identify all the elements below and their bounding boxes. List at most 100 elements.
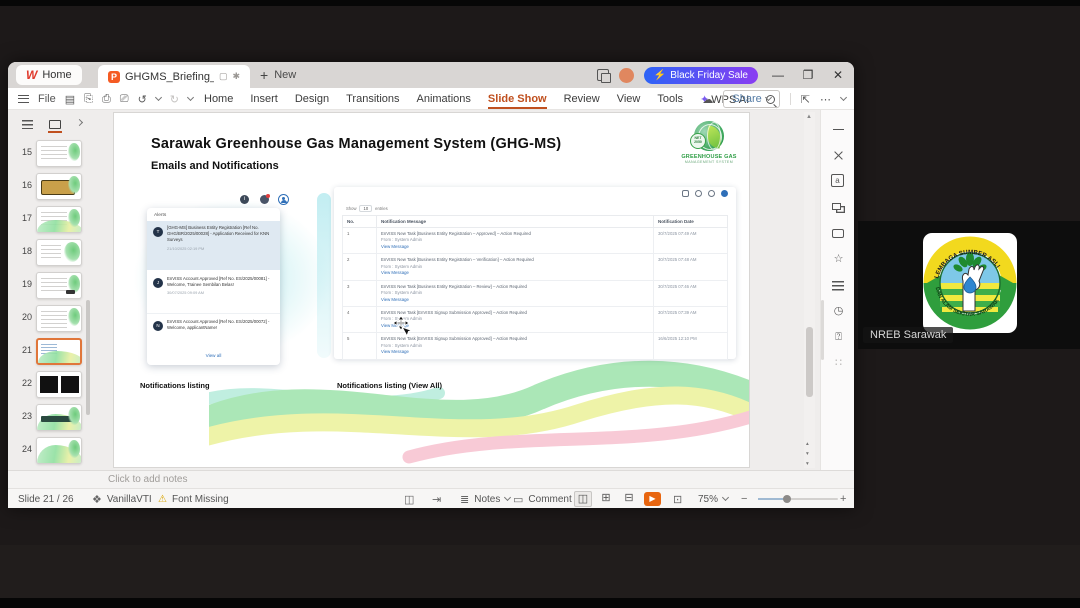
slide-number: 16 <box>21 180 32 190</box>
slide-thumbnail-22[interactable] <box>36 371 82 398</box>
share-button[interactable]: Share <box>723 90 780 108</box>
comment-pane-icon[interactable] <box>831 226 846 241</box>
tab-transitions[interactable]: Transitions <box>346 93 399 105</box>
collapse-ribbon-icon[interactable] <box>839 93 848 102</box>
tab-animations[interactable]: Animations <box>417 93 471 105</box>
user-avatar-icon <box>278 194 289 205</box>
shapes-objects-icon[interactable] <box>831 200 846 215</box>
quick-tools-icon[interactable] <box>831 148 846 163</box>
slide-view-icon[interactable] <box>48 119 62 133</box>
hamburger-icon[interactable] <box>18 95 29 103</box>
wps-logo-icon: W <box>26 68 38 82</box>
theme-indicator[interactable]: ❖ VanillaVTI <box>92 489 152 508</box>
more-options-icon[interactable]: ⋯ <box>820 93 831 106</box>
slide-thumbnail-20[interactable] <box>36 305 82 332</box>
video-participant-tile[interactable]: LEMBAGA SUMBER ASLI DAN ALAM SEKITAR SAR… <box>858 221 1080 349</box>
caption-notifications-listing: Notifications listing <box>140 381 210 390</box>
history-clock-icon[interactable]: ◷ <box>831 304 846 319</box>
reading-view-button[interactable]: ⊟ <box>620 491 638 507</box>
slide-thumbnail-17[interactable] <box>36 206 82 233</box>
previous-slide-button[interactable]: ▴ <box>806 441 809 448</box>
document-tab[interactable]: P GHGMS_Briefing_v1.pptx ▢ ✱ <box>98 65 250 88</box>
undo-dropdown-icon[interactable] <box>154 93 162 102</box>
outline-view-icon[interactable] <box>22 119 33 129</box>
font-missing-warning[interactable]: ⚠ Font Missing <box>158 489 229 508</box>
slide-thumbnail-23[interactable] <box>36 404 82 431</box>
tab-slide-show[interactable]: Slide Show <box>487 93 547 109</box>
zoom-level[interactable]: 75% <box>698 489 730 508</box>
print-preview-icon[interactable]: ⎚ <box>120 93 129 106</box>
zoom-slider-handle[interactable] <box>783 495 791 503</box>
caption-notifications-listing-viewall: Notifications listing (View All) <box>337 381 443 390</box>
tab-view[interactable]: View <box>617 93 641 105</box>
file-menu[interactable]: File <box>38 93 56 105</box>
slide-thumbnail-18[interactable] <box>36 239 82 266</box>
notes-input[interactable]: Click to add notes <box>8 470 854 488</box>
tab-preview-icon[interactable]: ▢ <box>219 71 228 82</box>
presentation-file-icon: P <box>108 70 120 83</box>
apps-grid-icon[interactable]: ∷ <box>831 356 846 371</box>
black-friday-sale-button[interactable]: ⚡ Black Friday Sale <box>643 66 758 84</box>
slideshow-play-button[interactable]: ▶ <box>644 492 661 506</box>
help-circle-icon[interactable]: ⍰ <box>831 330 846 345</box>
thumbnail-scrollbar[interactable] <box>86 300 90 415</box>
restore-button[interactable]: ❐ <box>798 68 818 82</box>
minimize-button[interactable]: — <box>768 68 788 82</box>
tab-home-ribbon[interactable]: Home <box>204 93 233 105</box>
slide-number: 20 <box>21 312 32 322</box>
tab-review[interactable]: Review <box>564 93 600 105</box>
collapse-panel-icon[interactable] <box>75 118 84 127</box>
scroll-up-icon[interactable]: ▲ <box>806 114 812 120</box>
teal-bar-decoration <box>317 193 331 358</box>
save-icon[interactable]: ▤ <box>65 93 75 106</box>
collapse-pane-icon[interactable] <box>831 122 846 137</box>
slide-canvas[interactable]: Sarawak Greenhouse Gas Management System… <box>113 112 750 468</box>
zoom-out-button[interactable]: − <box>741 489 747 508</box>
comment-button[interactable]: ▭ Comment <box>513 489 572 508</box>
slide-title: Sarawak Greenhouse Gas Management System… <box>151 136 562 152</box>
window-stack-icon[interactable] <box>596 69 611 83</box>
print-icon[interactable]: ⎙ <box>102 93 111 106</box>
slide-thumbnail-19[interactable] <box>36 272 82 299</box>
undo-icon[interactable]: ↺ <box>138 93 147 106</box>
more-dropdown-icon[interactable] <box>186 93 195 102</box>
slide-number: 18 <box>21 246 32 256</box>
zoom-slider[interactable] <box>758 489 838 508</box>
redo-icon[interactable]: ↻ <box>170 93 179 106</box>
new-tab-button[interactable]: + New <box>260 62 296 88</box>
zoom-in-button[interactable]: + <box>840 489 846 508</box>
close-button[interactable]: ✕ <box>828 68 848 82</box>
slide-thumbnail-21-selected[interactable] <box>36 338 82 365</box>
settings-sliders-icon[interactable] <box>831 278 846 293</box>
slide-subtitle: Emails and Notifications <box>151 160 279 172</box>
table-row: 3 EnVISS New Task [Business Entity Regis… <box>342 279 728 307</box>
notes-toggle[interactable]: ≣ Notes <box>460 489 512 508</box>
side-pane-icon[interactable]: ⇥ <box>432 489 441 508</box>
theme-icon: ❖ <box>92 493 102 506</box>
tab-tools[interactable]: Tools <box>657 93 683 105</box>
export-icon[interactable]: ⎘ <box>84 93 93 106</box>
account-avatar[interactable] <box>618 67 634 83</box>
home-tab[interactable]: W Home <box>16 65 82 85</box>
favorites-star-icon[interactable]: ☆ <box>831 252 846 267</box>
task-window-icon[interactable]: ⇱ <box>801 93 810 106</box>
slide-thumbnail-24[interactable] <box>36 437 82 464</box>
tab-insert[interactable]: Insert <box>250 93 278 105</box>
next-slide-button[interactable]: ▾ <box>806 451 809 458</box>
logo-subtitle: MANAGEMENT SYSTEM <box>684 160 734 164</box>
scroll-down-icon[interactable]: ▾ <box>806 461 809 468</box>
slide-scrollbar[interactable]: ▲ ▴ ▾ ▾ <box>804 112 815 468</box>
menu-bar: File ▤ ⎘ ⎙ ⎚ ↺ ↻ Home Insert Design Tran… <box>8 88 854 110</box>
normal-view-button[interactable]: ◫ <box>574 491 592 507</box>
panel-toggle-icon[interactable]: ◫ <box>404 489 414 508</box>
slide-thumbnail-15[interactable] <box>36 140 82 167</box>
slide-sorter-view-button[interactable]: ⊞ <box>597 491 615 507</box>
cloud-sync-icon[interactable]: ☁ <box>702 93 713 106</box>
dock-scrollbar[interactable] <box>821 300 824 360</box>
scrollbar-thumb[interactable] <box>806 327 813 397</box>
ghgms-logo: NET 2050 GREENHOUSE GAS MANAGEMENT SYSTEM <box>680 121 738 183</box>
fit-window-icon[interactable]: ⊡ <box>673 489 682 508</box>
tab-design[interactable]: Design <box>295 93 329 105</box>
design-style-icon[interactable]: a <box>831 174 844 187</box>
slide-thumbnail-16[interactable] <box>36 173 82 200</box>
